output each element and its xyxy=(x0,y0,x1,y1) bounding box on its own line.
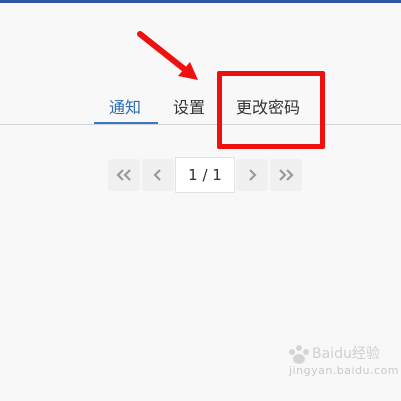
next-page-button[interactable] xyxy=(236,159,268,191)
chevron-left-icon xyxy=(153,169,161,181)
chevron-right-icon xyxy=(249,169,257,181)
red-arrow-annotation xyxy=(137,31,198,80)
first-page-button[interactable] xyxy=(108,159,140,191)
double-chevron-right-icon xyxy=(279,169,294,181)
page-indicator: 1 / 1 xyxy=(175,157,235,193)
tab-divider xyxy=(0,124,401,125)
svg-text:Baidu经验: Baidu经验 xyxy=(312,346,380,362)
last-page-button[interactable] xyxy=(270,159,302,191)
previous-page-button[interactable] xyxy=(142,159,174,191)
tab-notifications[interactable]: 通知 xyxy=(109,94,141,118)
top-accent-bar xyxy=(0,0,401,3)
highlight-box xyxy=(217,71,325,149)
double-chevron-left-icon xyxy=(116,169,131,181)
tab-bar: 通知 设置 更改密码 xyxy=(0,84,401,126)
watermark-url: jingyan.baidu.com xyxy=(289,364,400,377)
tab-settings[interactable]: 设置 xyxy=(173,94,205,118)
